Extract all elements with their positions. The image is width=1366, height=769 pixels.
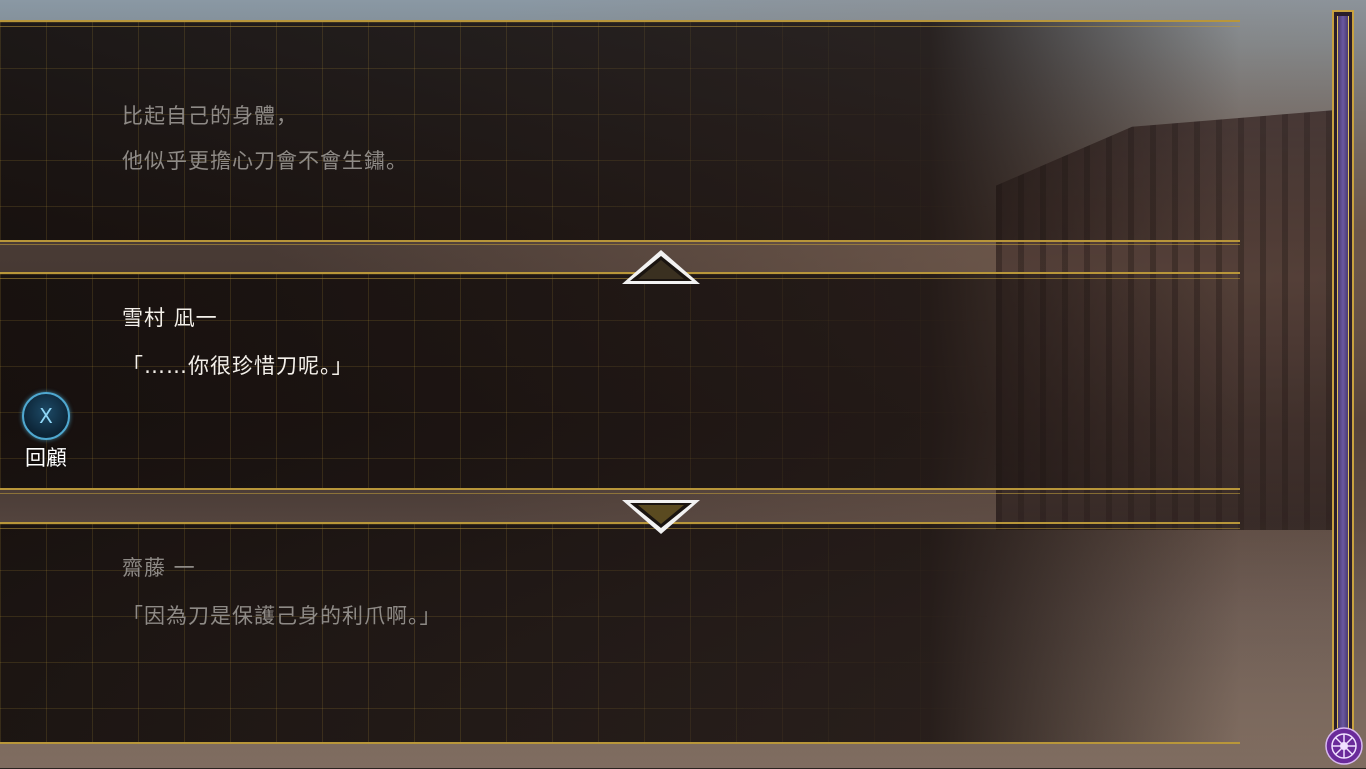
speaker-name: 雪村 凪一 (122, 306, 218, 330)
triangle-up-icon (622, 250, 700, 284)
speaker-name: 齋藤 一 (122, 556, 196, 580)
backlog-line: 「……你很珍惜刀呢。」 (122, 354, 354, 378)
divider (0, 493, 1240, 494)
scrollbar-thumb[interactable] (1337, 16, 1349, 728)
scroll-down-button[interactable] (620, 498, 702, 536)
backlog-line: 比起自己的身體， (122, 104, 298, 128)
menu-button[interactable] (1325, 727, 1363, 765)
divider (0, 244, 1240, 245)
x-key-icon: X (22, 392, 70, 440)
crest-icon (1325, 727, 1363, 765)
backlog-entry-current[interactable]: 雪村 凪一 「……你很珍惜刀呢。」 (0, 272, 1240, 490)
review-button[interactable]: X 回顧 (20, 392, 72, 472)
backlog-entry-previous[interactable]: 比起自己的身體， 他似乎更擔心刀會不會生鏽。 (0, 20, 1240, 242)
triangle-down-icon (622, 500, 700, 534)
backlog-line: 他似乎更擔心刀會不會生鏽。 (122, 149, 408, 173)
review-button-label: 回顧 (25, 446, 67, 470)
backlog-scrollbar[interactable] (1332, 10, 1354, 734)
backlog-entry-next[interactable]: 齋藤 一 「因為刀是保護己身的利爪啊。」 (0, 522, 1240, 744)
backlog-line: 「因為刀是保護己身的利爪啊。」 (122, 604, 442, 628)
scroll-up-button[interactable] (620, 248, 702, 286)
